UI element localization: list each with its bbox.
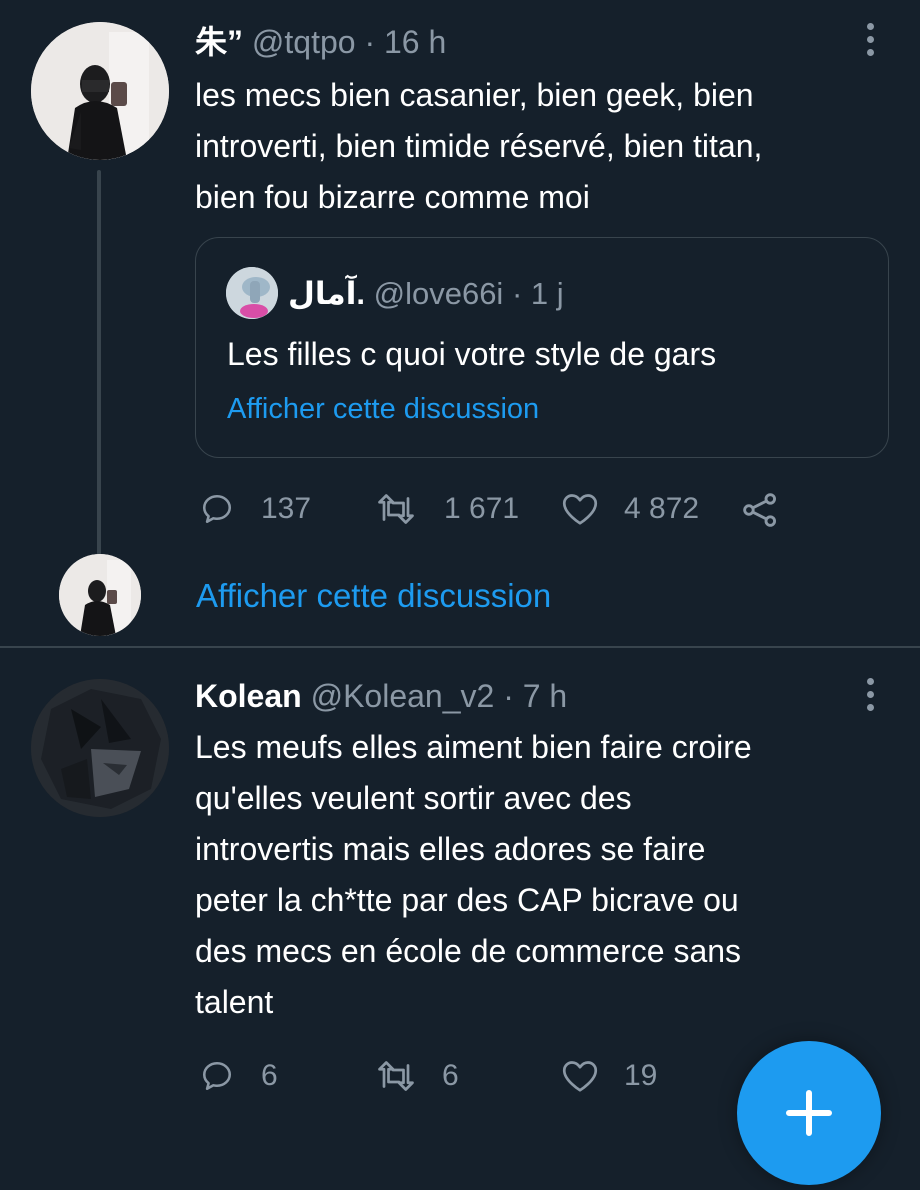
reply-count: 137 — [261, 492, 312, 525]
text-line: des mecs en école de commerce sans — [195, 933, 742, 969]
separator: · — [503, 678, 514, 714]
quoted-timestamp[interactable]: 1 j — [531, 276, 564, 311]
text-line: introvertis mais elles adores se faire — [195, 831, 706, 867]
reply-icon — [202, 1061, 232, 1091]
like-count: 4 872 — [624, 492, 700, 525]
reply-count: 6 — [261, 1059, 278, 1092]
retweet-count: 1 671 — [444, 492, 520, 525]
reply-button[interactable]: 137 — [199, 491, 311, 527]
avatar-tqtpo[interactable] — [31, 22, 169, 160]
text-line: talent — [195, 984, 274, 1020]
text-line: peter la ch*tte par des CAP bicrave ou — [195, 882, 739, 918]
separator: · — [511, 276, 523, 311]
separator: · — [364, 24, 376, 60]
retweet-icon — [378, 494, 414, 524]
more-dot-icon — [866, 677, 874, 685]
text-line: bien fou bizarre comme moi — [195, 179, 590, 215]
quoted-show-thread-link[interactable]: Afficher cette discussion — [227, 391, 539, 427]
quoted-avatar-image — [226, 267, 278, 319]
retweet-button[interactable]: 1 671 — [374, 491, 519, 527]
tweet-divider — [0, 646, 920, 648]
more-dot-icon — [866, 690, 874, 698]
timestamp[interactable]: 7 h — [523, 678, 567, 714]
avatar-tqtpo-small[interactable] — [59, 554, 141, 636]
thread-connector-line — [97, 170, 101, 555]
quoted-display-name[interactable]: آمال. — [288, 276, 365, 311]
like-button[interactable]: 4 872 — [560, 491, 699, 527]
avatar-image — [59, 554, 141, 636]
quoted-tweet-text: Les filles c quoi votre style de gars — [227, 336, 717, 372]
handle[interactable]: @tqtpo — [252, 24, 356, 60]
more-dot-icon — [866, 48, 874, 56]
retweet-count: 6 — [442, 1059, 459, 1092]
reply-icon — [202, 494, 232, 524]
share-icon — [743, 493, 776, 527]
timestamp[interactable]: 16 h — [384, 24, 446, 60]
display-name[interactable]: Kolean — [195, 678, 302, 714]
compose-tweet-button[interactable] — [737, 1041, 881, 1185]
retweet-button[interactable]: 6 — [374, 1058, 459, 1094]
plus-icon — [786, 1090, 832, 1136]
avatar-image — [31, 22, 169, 160]
text-line: introverti, bien timide réservé, bien ti… — [195, 128, 763, 164]
show-thread-link[interactable]: Afficher cette discussion — [196, 576, 551, 616]
text-line: Les meufs elles aiment bien faire croire — [195, 729, 752, 765]
tweet-2-header: Kolean @Kolean_v2 · 7 h — [195, 676, 567, 716]
handle[interactable]: @Kolean_v2 — [311, 678, 495, 714]
reply-button[interactable]: 6 — [199, 1058, 278, 1094]
display-name[interactable]: 朱” — [195, 24, 243, 60]
quoted-avatar[interactable] — [226, 267, 278, 319]
more-options-button[interactable] — [858, 14, 882, 64]
avatar-image — [31, 679, 169, 817]
like-count: 19 — [624, 1059, 658, 1092]
like-button[interactable]: 19 — [560, 1058, 657, 1094]
more-dot-icon — [866, 35, 874, 43]
tweet-1-header: 朱” @tqtpo · 16 h — [195, 22, 446, 62]
more-dot-icon — [866, 703, 874, 711]
quoted-handle[interactable]: @love66i — [374, 276, 504, 311]
heart-icon — [562, 1061, 598, 1092]
tweet-2-text: Les meufs elles aiment bien faire croire… — [195, 722, 752, 1028]
avatar-kolean[interactable] — [31, 679, 169, 817]
text-line: les mecs bien casanier, bien geek, bien — [195, 77, 754, 113]
quoted-tweet-header: آمال. @love66i · 1 j — [288, 274, 564, 314]
retweet-icon — [378, 1061, 414, 1091]
text-line: qu'elles veulent sortir avec des — [195, 780, 632, 816]
tweet-1-text: les mecs bien casanier, bien geek, bien … — [195, 70, 762, 223]
share-button[interactable] — [740, 491, 780, 529]
more-dot-icon — [866, 22, 874, 30]
heart-icon — [562, 494, 598, 525]
more-options-button[interactable] — [858, 669, 882, 719]
